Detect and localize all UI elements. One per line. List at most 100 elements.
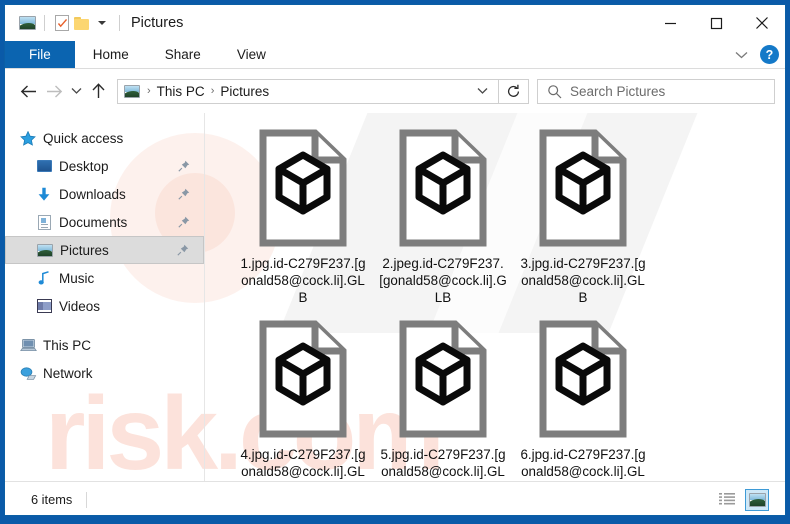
file-list-pane[interactable]: 1.jpg.id-C279F237.[gonald58@cock.li].GLB	[205, 113, 785, 481]
recent-locations-button[interactable]	[67, 78, 85, 104]
search-input[interactable]: Search Pictures	[537, 78, 775, 104]
glb-file-icon	[397, 318, 489, 440]
window-controls	[647, 5, 785, 41]
tab-view[interactable]: View	[219, 41, 284, 68]
maximize-icon	[710, 17, 722, 29]
file-name: 3.jpg.id-C279F237.[gonald58@cock.li].GLB	[520, 256, 646, 305]
forward-arrow-icon	[46, 84, 62, 98]
file-name: 6.jpg.id-C279F237.[gonald58@cock.li].GLB	[520, 447, 646, 479]
up-button[interactable]	[85, 78, 111, 104]
sidebar-item-documents[interactable]: Documents	[5, 208, 204, 236]
refresh-icon	[507, 84, 520, 97]
close-button[interactable]	[739, 5, 785, 41]
properties-icon[interactable]	[52, 13, 72, 33]
search-icon	[548, 84, 562, 98]
sidebar-item-quick-access[interactable]: Quick access	[5, 124, 204, 152]
tab-home[interactable]: Home	[75, 41, 147, 68]
sidebar-item-label: Quick access	[43, 130, 124, 146]
network-icon	[19, 366, 37, 381]
sidebar-item-pictures[interactable]: Pictures	[5, 236, 204, 264]
sidebar-item-label: Documents	[59, 214, 128, 230]
maximize-button[interactable]	[693, 5, 739, 41]
sidebar-item-label: Music	[59, 270, 95, 286]
sidebar-item-label: Videos	[59, 298, 101, 314]
status-divider	[86, 491, 88, 508]
file-name: 2.jpeg.id-C279F237.[gonald58@cock.li].GL…	[379, 256, 507, 305]
close-icon	[756, 17, 768, 29]
file-item[interactable]: 5.jpg.id-C279F237.[gonald58@cock.li].GLB	[373, 312, 513, 481]
sidebar-item-label: Downloads	[59, 186, 126, 202]
this-pc-icon	[19, 338, 37, 353]
file-item[interactable]: 3.jpg.id-C279F237.[gonald58@cock.li].GLB	[513, 121, 653, 306]
file-name: 5.jpg.id-C279F237.[gonald58@cock.li].GLB	[380, 447, 506, 479]
sidebar-item-downloads[interactable]: Downloads	[5, 180, 204, 208]
minimize-button[interactable]	[647, 5, 693, 41]
address-dropdown-button[interactable]	[467, 87, 498, 95]
pin-icon[interactable]	[178, 160, 190, 172]
picture-icon[interactable]	[17, 13, 37, 33]
help-button[interactable]: ?	[760, 45, 779, 64]
window-title: Pictures	[131, 15, 184, 31]
file-item[interactable]: 6.jpg.id-C279F237.[gonald58@cock.li].GLB	[513, 312, 653, 481]
sidebar-item-this-pc[interactable]: This PC	[5, 331, 204, 359]
sidebar-item-music[interactable]: Music	[5, 264, 204, 292]
download-arrow-icon	[35, 187, 53, 202]
chevron-down-icon	[71, 88, 81, 94]
file-item[interactable]: 1.jpg.id-C279F237.[gonald58@cock.li].GLB	[233, 121, 373, 306]
item-count-label: 6 items	[31, 492, 73, 507]
forward-button[interactable]	[41, 78, 67, 104]
large-icons-view-icon	[748, 492, 766, 507]
toolbar-divider-2	[119, 15, 120, 31]
chevron-down-icon	[477, 88, 488, 94]
tab-share[interactable]: Share	[147, 41, 219, 68]
sidebar-item-desktop[interactable]: Desktop	[5, 152, 204, 180]
ribbon-right-controls: ?	[731, 41, 779, 68]
breadcrumb-pictures[interactable]: Pictures	[217, 84, 272, 99]
file-item[interactable]: 2.jpeg.id-C279F237.[gonald58@cock.li].GL…	[373, 121, 513, 306]
glb-file-icon	[257, 318, 349, 440]
pin-icon[interactable]	[177, 244, 189, 256]
chevron-down-icon[interactable]	[92, 13, 112, 33]
navigation-pane: Quick access Desktop Downloads Documents…	[5, 113, 205, 481]
refresh-button[interactable]	[499, 78, 529, 104]
glb-file-icon	[537, 127, 629, 249]
sidebar-item-network[interactable]: Network	[5, 359, 204, 387]
breadcrumb-separator-2: ›	[210, 85, 215, 97]
details-view-icon	[718, 493, 735, 505]
sidebar-item-label: Pictures	[60, 242, 109, 258]
pin-icon[interactable]	[178, 188, 190, 200]
explorer-body: risk.com Quick access Desktop Downloads …	[5, 113, 785, 481]
picture-icon	[36, 243, 54, 257]
glb-file-icon	[397, 127, 489, 249]
breadcrumb-separator: ›	[147, 85, 151, 97]
status-bar: 6 items	[5, 481, 785, 515]
back-arrow-icon	[20, 84, 36, 98]
details-view-button[interactable]	[715, 489, 739, 511]
file-item[interactable]: 4.jpg.id-C279F237.[gonald58@cock.li].GLB	[233, 312, 373, 481]
video-icon	[35, 299, 53, 313]
tab-file[interactable]: File	[5, 41, 75, 68]
title-bar: Pictures	[5, 5, 785, 41]
toolbar-divider	[44, 15, 45, 31]
explorer-window: Pictures File Home Share View ? › This P…	[4, 4, 786, 516]
large-icons-view-button[interactable]	[745, 488, 769, 511]
sidebar-item-videos[interactable]: Videos	[5, 292, 204, 320]
back-button[interactable]	[15, 78, 41, 104]
glb-file-icon	[537, 318, 629, 440]
music-note-icon	[35, 270, 53, 286]
expand-ribbon-button[interactable]	[731, 51, 752, 59]
address-bar[interactable]: › This PC › Pictures	[117, 78, 499, 104]
navigation-bar: › This PC › Pictures Search Pictures	[5, 69, 785, 113]
breadcrumb-picture-icon	[124, 84, 140, 98]
chevron-down-icon	[735, 51, 748, 58]
ribbon-tab-bar: File Home Share View ?	[5, 41, 785, 69]
sidebar-item-label: Desktop	[59, 158, 109, 174]
star-icon	[19, 130, 37, 146]
desktop-icon	[35, 160, 53, 172]
file-name: 1.jpg.id-C279F237.[gonald58@cock.li].GLB	[240, 256, 366, 305]
breadcrumb-this-pc[interactable]: This PC	[154, 84, 208, 99]
sidebar-item-label: This PC	[43, 337, 92, 353]
folder-icon[interactable]	[72, 13, 92, 33]
pin-icon[interactable]	[178, 216, 190, 228]
